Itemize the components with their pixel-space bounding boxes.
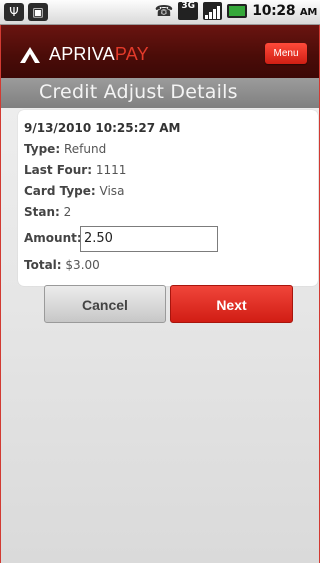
card-type-row: Card Type: Visa	[24, 184, 124, 198]
amount-label: Amount:	[24, 231, 82, 245]
page-title: Credit Adjust Details	[39, 81, 238, 103]
details-card: 9/13/2010 10:25:27 AM Type: Refund Last …	[18, 110, 318, 286]
last-four-label: Last Four:	[24, 163, 93, 177]
stan-label: Stan:	[24, 205, 60, 219]
cancel-button[interactable]: Cancel	[44, 285, 166, 323]
card-type-value: Visa	[99, 184, 125, 198]
menu-button[interactable]: Menu	[265, 43, 307, 64]
total-value: $3.00	[65, 258, 100, 272]
usb-icon: Ψ	[4, 3, 24, 21]
signal-strength-icon	[203, 2, 223, 20]
card-type-label: Card Type:	[24, 184, 96, 198]
stan-value: 2	[63, 205, 72, 219]
battery-icon	[227, 4, 248, 18]
apriva-logo: APRIVAPAY	[19, 44, 149, 65]
amount-input[interactable]: 2.50	[80, 226, 218, 252]
logo-text: APRIVAPAY	[49, 44, 149, 64]
title-band: Credit Adjust Details	[1, 78, 319, 108]
last-four-row: Last Four: 1111	[24, 163, 126, 177]
type-row: Type: Refund	[24, 142, 106, 156]
next-button[interactable]: Next	[170, 285, 293, 323]
android-debug-icon: ▣	[28, 3, 48, 21]
apriva-logo-icon	[19, 46, 41, 64]
stan-row: Stan: 2	[24, 205, 71, 219]
total-label: Total:	[24, 258, 62, 272]
type-value: Refund	[63, 142, 107, 156]
phone-vibrate-icon: ☎	[154, 2, 174, 20]
total-row: Total: $3.00	[24, 258, 100, 272]
clock: 10:28 AM	[252, 3, 317, 19]
transaction-timestamp: 9/13/2010 10:25:27 AM	[24, 121, 181, 135]
network-3g-icon: 3G	[178, 2, 199, 20]
status-bar: Ψ ▣ ☎ 3G 10:28 AM	[0, 0, 320, 25]
last-four-value: 1111	[95, 163, 127, 177]
amount-label-row: Amount:	[24, 231, 82, 245]
app-header: APRIVAPAY Menu	[1, 25, 319, 78]
type-label: Type:	[24, 142, 61, 156]
